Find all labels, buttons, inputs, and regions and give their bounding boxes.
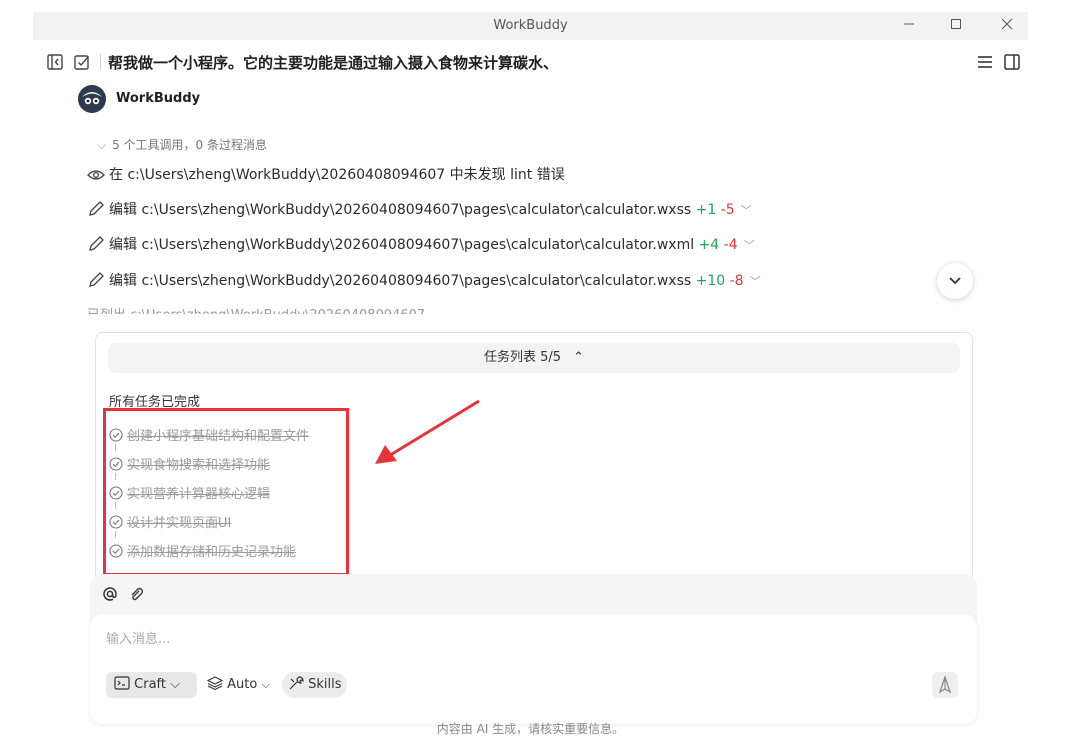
scroll-to-bottom-button[interactable] [937,263,973,299]
close-icon [1001,18,1013,30]
menu-icon[interactable] [976,53,994,71]
conversation-title: 帮我做一个小程序。它的主要功能是通过输入摄入食物来计算碳水、 [108,54,559,72]
eye-icon [87,170,105,180]
send-button[interactable] [932,672,958,698]
terminal-icon [114,676,130,690]
lines-added: +1 [695,202,717,218]
chevron-down-icon: ﹀ [749,275,761,288]
maximize-button[interactable] [946,16,966,36]
lint-log-text: 在 c:\Users\zheng\WorkBuddy\2026040809460… [109,167,565,183]
agent-name: WorkBuddy [116,91,201,106]
layers-icon [206,676,224,691]
edit-log-line[interactable]: 编辑 c:\Users\zheng\WorkBuddy\202604080946… [87,199,752,219]
lines-removed: -5 [720,202,735,218]
task-list-header: 任务列表 5/5 [483,350,561,365]
maximize-icon [951,19,961,29]
chevron-down-icon: ⌵ [97,138,107,152]
chevron-down-icon: ﹀ [743,239,755,252]
partial-log-line: 已列出 c:\Users\zheng\WorkBuddy\20260408094… [87,304,425,314]
collapse-sidebar-icon[interactable] [46,53,64,71]
window-title: WorkBuddy [493,18,568,33]
tools-icon [289,676,304,690]
chevron-down-icon: ﹀ [740,204,752,217]
message-input[interactable]: 输入消息... Craft ⌵ Auto ⌵ Skills [90,614,977,724]
agent-logo-icon [78,85,106,113]
lines-added: +10 [695,273,726,289]
lines-removed: -4 [723,237,738,253]
toggle-panel-icon[interactable] [1003,53,1021,71]
attachment-icon[interactable] [128,586,144,602]
edit-prefix: 编辑 [109,237,137,253]
edit-log-line[interactable]: 编辑 c:\Users\zheng\WorkBuddy\202604080946… [87,234,755,254]
tool-call-summary[interactable]: ⌵ 5 个工具调用，0 条过程消息 [97,136,267,153]
tool-summary-text: 5 个工具调用，0 条过程消息 [112,138,268,152]
edit-prefix: 编辑 [109,202,137,218]
annotation-highlight-box [103,408,349,576]
skills-label: Skills [308,677,342,692]
lines-added: +4 [698,237,720,253]
chevron-up-icon: ⌃ [573,350,585,365]
lines-removed: -8 [729,273,744,289]
edit-log-line[interactable]: 编辑 c:\Users\zheng\WorkBuddy\202604080946… [87,270,761,290]
chevron-down-icon [949,277,961,285]
lint-log-line: 在 c:\Users\zheng\WorkBuddy\2026040809460… [87,164,565,184]
chevron-down-icon: ⌵ [170,677,180,692]
at-mention-icon[interactable] [102,586,118,602]
model-selector[interactable]: Auto ⌵ [206,672,277,698]
conversation-header: 帮我做一个小程序。它的主要功能是通过输入摄入食物来计算碳水、 [33,44,1028,80]
send-icon [938,675,952,694]
message-input-placeholder: 输入消息... [106,632,171,647]
close-button[interactable] [997,16,1017,36]
skills-button[interactable]: Skills [282,672,347,698]
ai-disclaimer: 内容由 AI 生成，请核实重要信息。 [436,722,625,736]
edit-prefix: 编辑 [109,273,137,289]
pencil-icon [89,272,104,287]
edit-path: c:\Users\zheng\WorkBuddy\20260408094607\… [141,202,692,218]
model-label: Auto [227,677,258,692]
minimize-button[interactable] [899,16,919,36]
pencil-icon [89,201,104,216]
pencil-icon [89,236,104,251]
chevron-down-icon: ⌵ [261,678,270,691]
title-bar: WorkBuddy [33,12,1028,40]
app-window: WorkBuddy 帮我做一个小程序。它的主要功能是通过输入摄入食物来计算碳水、 [33,12,1028,751]
mode-selector[interactable]: Craft ⌵ [106,672,197,698]
minimize-icon [904,23,914,25]
new-task-icon[interactable] [73,53,91,71]
message-composer: 输入消息... Craft ⌵ Auto ⌵ Skills [90,574,977,724]
edit-path: c:\Users\zheng\WorkBuddy\20260408094607\… [141,237,695,253]
task-list-toggle[interactable]: 任务列表 5/5 ⌃ [108,343,960,373]
edit-path: c:\Users\zheng\WorkBuddy\20260408094607\… [141,273,692,289]
header-divider [100,54,101,70]
mode-label: Craft [134,677,166,692]
avatar [78,85,106,113]
annotation-arrow-icon [375,399,480,464]
